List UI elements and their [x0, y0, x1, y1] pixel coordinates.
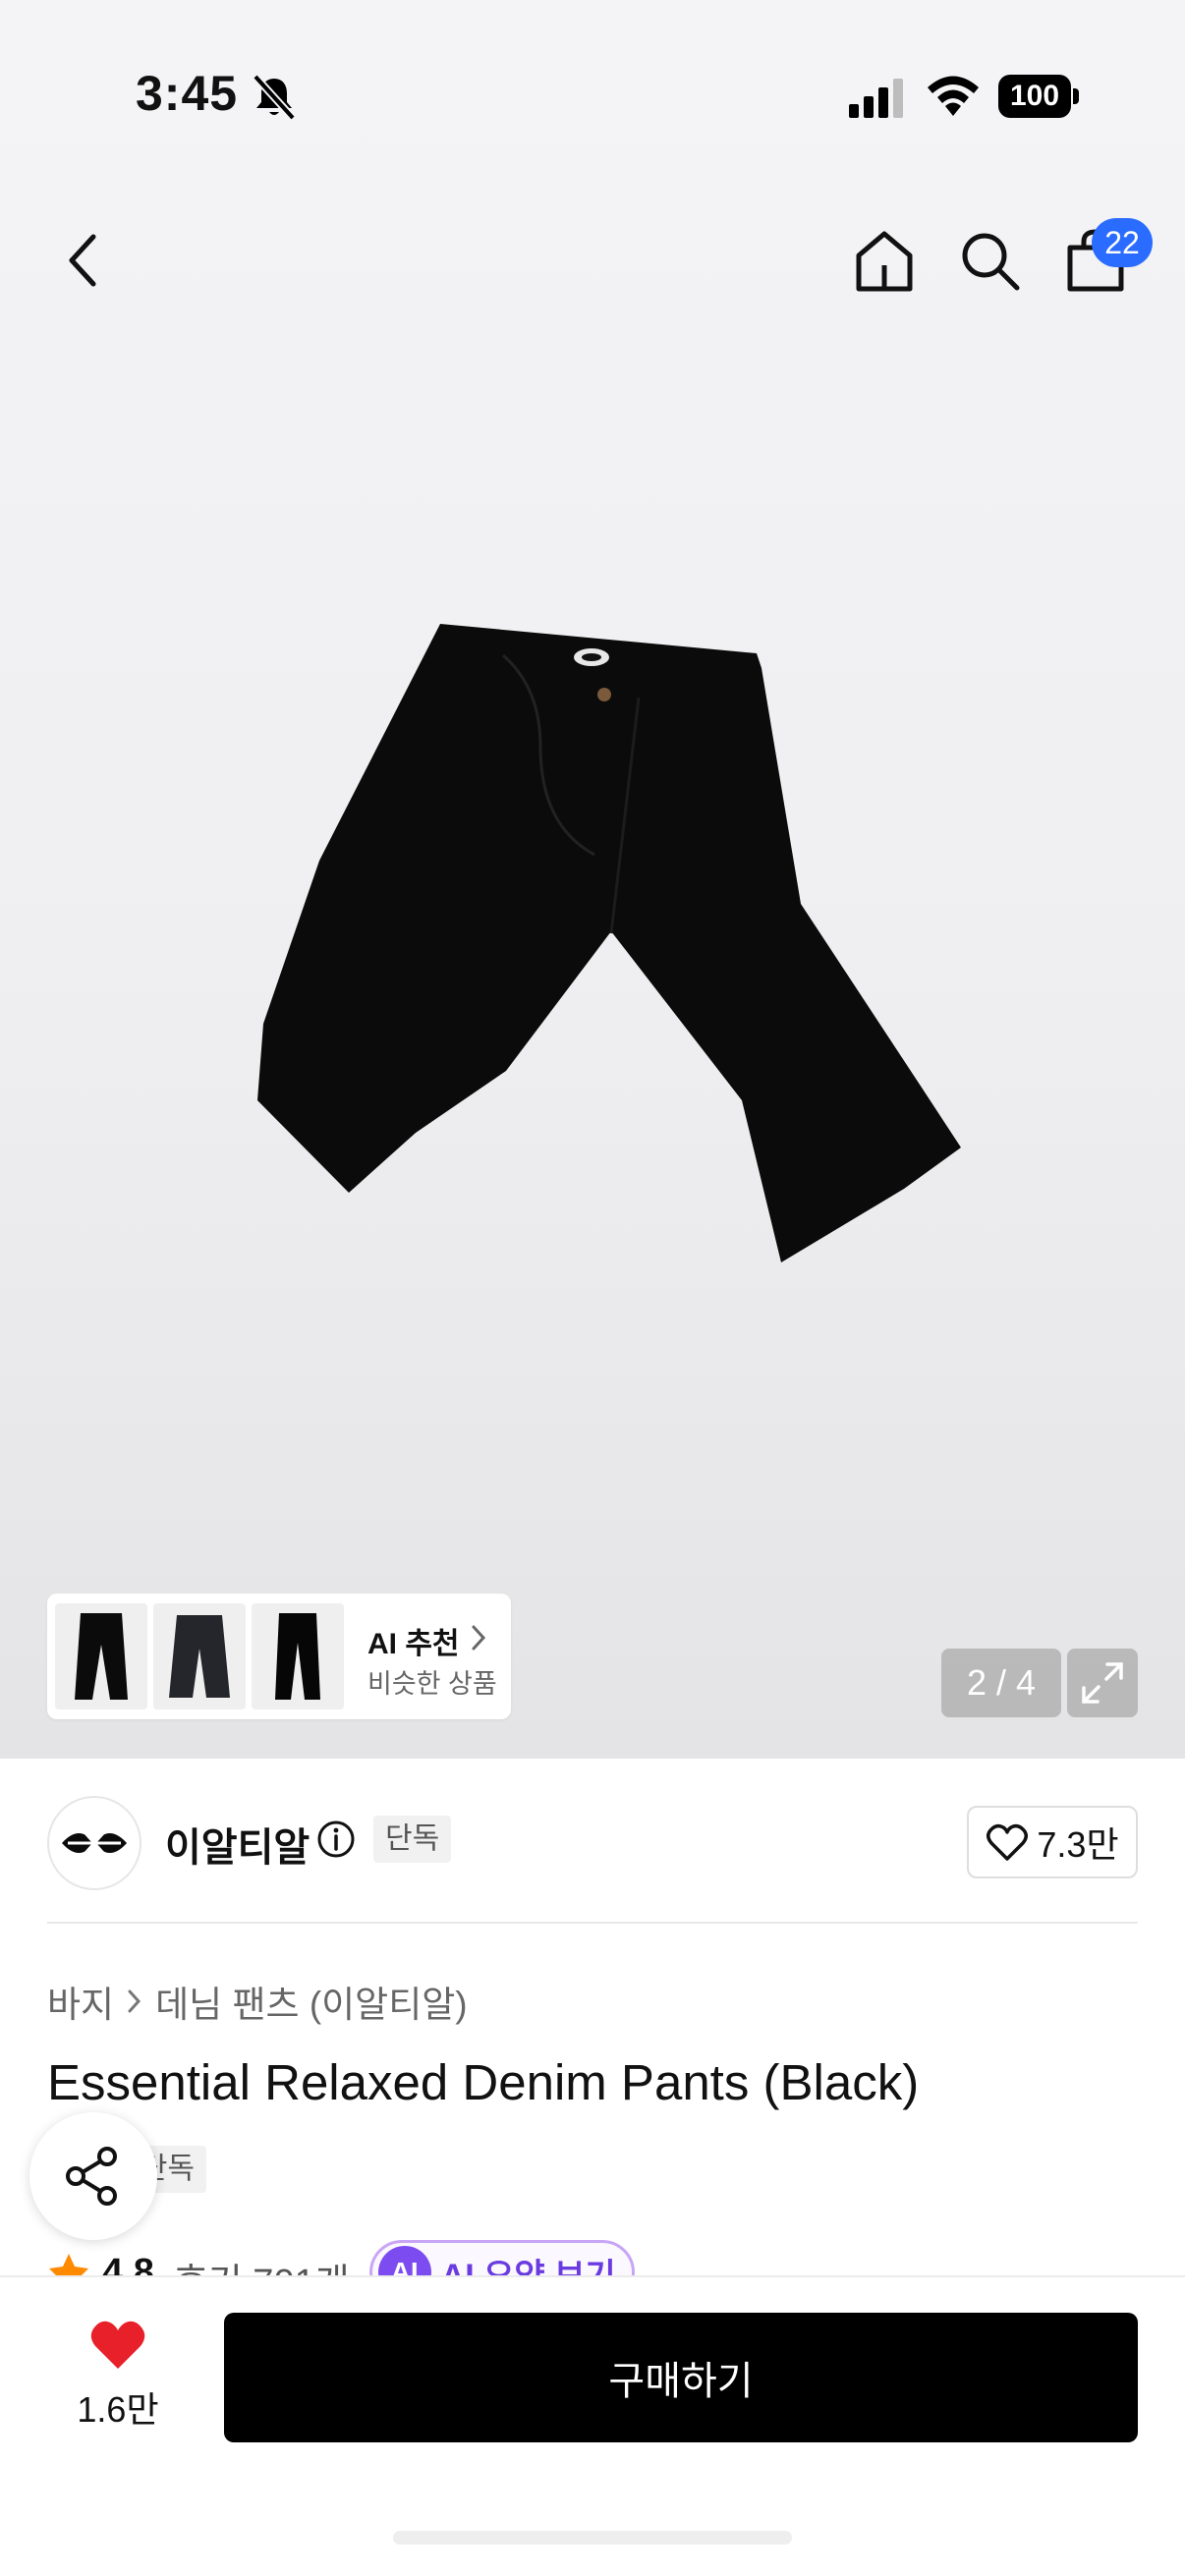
recommendation-thumbnail[interactable] — [55, 1603, 147, 1709]
divider — [47, 1922, 1138, 1924]
product-title: Essential Relaxed Denim Pants (Black) — [47, 2054, 920, 2110]
battery-indicator: 100 — [998, 75, 1079, 118]
share-icon — [66, 2147, 117, 2206]
image-page-counter: 2 / 4 — [941, 1649, 1061, 1717]
expand-image-button[interactable] — [1067, 1649, 1138, 1717]
chevron-right-icon — [472, 1625, 486, 1651]
buy-button[interactable]: 구매하기 — [224, 2313, 1138, 2442]
bottom-action-bar: 1.6만 구매하기 — [0, 2275, 1185, 2576]
brand-name[interactable]: 이알티알 — [165, 1816, 310, 1873]
search-button[interactable] — [945, 196, 1034, 324]
status-time: 3:45 — [136, 66, 239, 121]
home-button[interactable] — [840, 196, 929, 324]
heart-outline-icon — [987, 1823, 1029, 1861]
breadcrumb-category[interactable]: 바지 — [47, 1975, 114, 2028]
share-button[interactable] — [29, 2112, 157, 2240]
brand-row: 이알티알 단독 7.3만 — [0, 1759, 1185, 1926]
exclusive-badge: 단독 — [373, 1816, 452, 1863]
ai-reco-subtitle: 비슷한 상품 — [367, 1669, 497, 1699]
back-chevron-icon — [69, 234, 96, 287]
expand-icon — [1082, 1662, 1123, 1704]
cart-count-badge: 22 — [1092, 218, 1153, 267]
back-button[interactable] — [39, 196, 128, 324]
recommendation-thumbnail[interactable] — [153, 1603, 246, 1709]
ai-reco-title: AI 추천 — [367, 1628, 460, 1660]
signal-icon — [849, 79, 903, 118]
brand-logo[interactable] — [47, 1796, 141, 1890]
wishlist-button[interactable]: 1.6만 — [59, 2317, 177, 2444]
chevron-right-icon — [128, 1989, 141, 2013]
home-icon — [856, 231, 913, 292]
breadcrumb: 바지 데님 팬츠 (이알티알) — [47, 1975, 468, 2028]
bell-slash-icon — [253, 74, 296, 121]
ai-recommendation-card[interactable]: AI 추천 비슷한 상품 — [47, 1594, 511, 1719]
brand-like-count: 7.3만 — [1037, 1824, 1119, 1865]
heart-filled-icon — [90, 2321, 145, 2369]
info-icon[interactable] — [316, 1820, 356, 1859]
product-gallery[interactable]: 3:45 100 22 AI 추천 비슷한 상품 2 / 4 — [0, 0, 1185, 1759]
recommendation-thumbnail[interactable] — [252, 1603, 344, 1709]
home-indicator — [393, 2531, 792, 2545]
search-icon — [962, 233, 1020, 291]
wishlist-count: 1.6만 — [77, 2389, 159, 2430]
breadcrumb-subcategory[interactable]: 데님 팬츠 (이알티알) — [155, 1975, 468, 2028]
wifi-icon — [928, 76, 979, 116]
product-image — [257, 624, 961, 1262]
top-nav — [0, 196, 1185, 324]
brand-like-button[interactable]: 7.3만 — [967, 1806, 1138, 1878]
status-bar: 3:45 100 — [0, 0, 1185, 177]
